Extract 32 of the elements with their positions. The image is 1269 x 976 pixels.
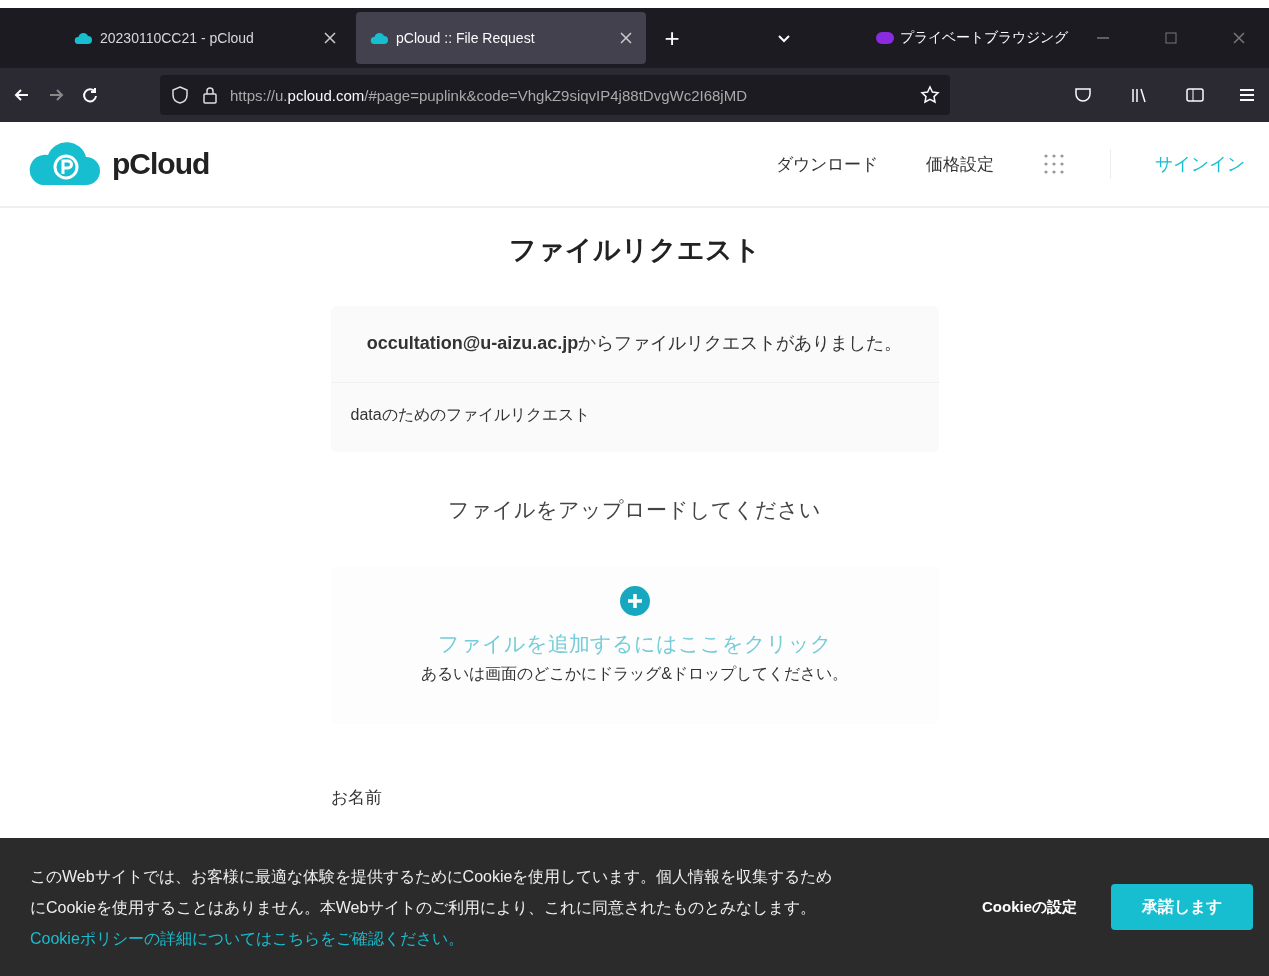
cloud-icon — [74, 31, 92, 45]
grid-icon[interactable] — [1042, 152, 1066, 176]
page-title: ファイルリクエスト — [508, 234, 761, 267]
new-tab-button[interactable]: + — [652, 21, 692, 55]
tab-title: pCloud :: File Request — [396, 30, 536, 46]
tab-title: 20230110CC21 - pCloud — [100, 30, 255, 46]
cookie-policy-link[interactable]: Cookieポリシーの詳細についてはこちらをご確認ください。 — [30, 929, 464, 947]
name-label: お名前 — [330, 787, 383, 809]
private-browsing-label: プライベートブラウジング — [900, 29, 1068, 47]
lock-icon — [200, 85, 220, 105]
cloud-logo-icon — [28, 141, 100, 187]
shield-icon — [170, 85, 190, 105]
sidebar-icon[interactable] — [1185, 85, 1205, 105]
nav-link[interactable]: 価格設定 — [926, 152, 994, 176]
url-text: https://u.pcloud.com/#page=puplink&code=VhgkZ9siqvIP4j88tDvgWc2I68jMD — [230, 86, 747, 104]
logo-text[interactable]: pCloud — [112, 147, 210, 181]
browser-tab[interactable]: pCloud :: File Request — [356, 12, 646, 64]
cloud-icon — [370, 31, 388, 45]
reload-icon[interactable] — [80, 85, 100, 105]
close-icon[interactable] — [324, 32, 336, 44]
cookie-settings-button[interactable]: Cookieの設定 — [976, 896, 1083, 918]
request-message: occultation@u-aizu.ac.jpからファイルリクエストがありました。 — [330, 306, 939, 383]
drop-hint: あるいは画面のどこかにドラッグ&ドロップしてください。 — [421, 664, 848, 684]
address-bar[interactable]: https://u.pcloud.com/#page=puplink&code=VhgkZ9siqvIP4j88tDvgWc2I68jMD — [160, 75, 950, 115]
request-description: dataのためのファイルリクエスト — [349, 405, 591, 425]
close-icon[interactable] — [620, 32, 632, 44]
upload-prompt: ファイルをアップロードしてください — [448, 497, 821, 523]
cookie-notice: このWebサイトでは、お客様に最適な体験を提供するためにCookieを使用しています。個人情報を収集するためにCookieを使用することはありません。本Webサイトのご利用により、これに同意されたものとみなします。 Cookieポリシーの詳細についてはこちらをご確認ください。 — [30, 866, 834, 949]
nav-link[interactable]: ダウンロード — [776, 152, 878, 176]
star-icon[interactable] — [920, 85, 940, 105]
add-icon[interactable] — [619, 586, 650, 616]
browser-tab[interactable]: 20230110CC21 - pCloud — [60, 12, 350, 64]
